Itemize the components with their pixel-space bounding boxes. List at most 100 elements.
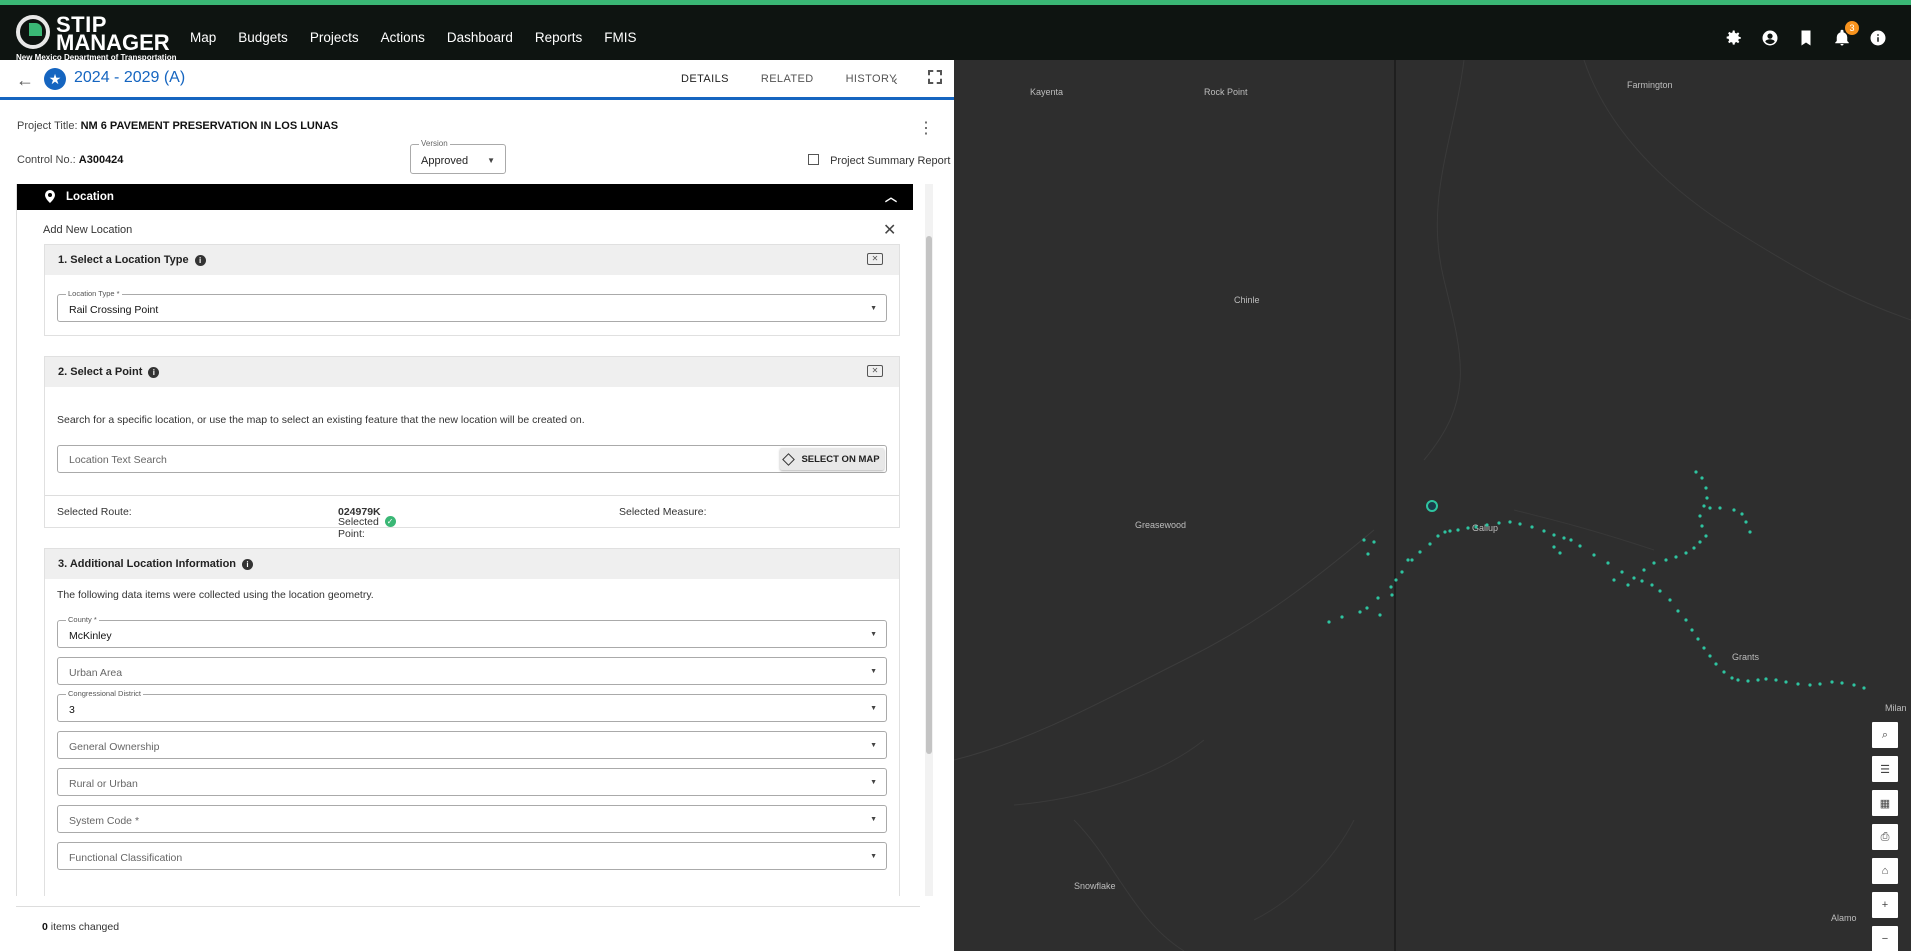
rail-crossing-point[interactable] <box>1708 506 1712 510</box>
rail-crossing-point[interactable] <box>1530 525 1534 529</box>
zoom-in-icon[interactable]: + <box>1872 892 1898 918</box>
nav-projects[interactable]: Projects <box>310 30 359 45</box>
rail-crossing-point[interactable] <box>1732 508 1736 512</box>
rail-crossing-point[interactable] <box>1569 538 1573 542</box>
rail-crossing-point[interactable] <box>1497 521 1501 525</box>
rail-crossing-point[interactable] <box>1443 530 1447 534</box>
rail-crossing-point[interactable] <box>1676 609 1680 613</box>
rail-crossing-point[interactable] <box>1784 680 1788 684</box>
rural-or-urban-select[interactable]: Rural or Urban ▼ <box>57 768 887 796</box>
chevron-left-icon[interactable]: ‹ <box>893 72 898 88</box>
rail-crossing-point[interactable] <box>1796 682 1800 686</box>
selected-point-marker[interactable] <box>1426 500 1438 512</box>
rail-crossing-point[interactable] <box>1708 654 1712 658</box>
rail-crossing-point[interactable] <box>1562 536 1566 540</box>
rail-crossing-point[interactable] <box>1362 538 1366 542</box>
project-summary-report-link[interactable]: Project Summary Report <box>808 154 951 167</box>
rail-crossing-point[interactable] <box>1390 593 1394 597</box>
info-icon[interactable]: i <box>242 559 254 570</box>
nav-budgets[interactable]: Budgets <box>238 30 288 45</box>
tab-details[interactable]: DETAILS <box>665 60 745 100</box>
rail-crossing-point[interactable] <box>1406 558 1410 562</box>
chevron-up-icon[interactable]: ︿ <box>885 188 897 205</box>
rail-crossing-point[interactable] <box>1698 540 1702 544</box>
nav-map[interactable]: Map <box>190 30 216 45</box>
tab-related[interactable]: RELATED <box>745 60 830 100</box>
rail-crossing-points-layer[interactable] <box>954 60 1911 951</box>
scrollbar[interactable] <box>925 184 933 896</box>
rail-crossing-point[interactable] <box>1558 551 1562 555</box>
general-ownership-select[interactable]: General Ownership ▼ <box>57 731 887 759</box>
rail-crossing-point[interactable] <box>1394 578 1398 582</box>
gear-icon[interactable] <box>1725 29 1743 47</box>
rail-crossing-point[interactable] <box>1365 606 1369 610</box>
rail-crossing-point[interactable] <box>1736 678 1740 682</box>
location-accordion-header[interactable]: Location ︿ <box>17 184 913 210</box>
rail-crossing-point[interactable] <box>1808 683 1812 687</box>
rail-crossing-point[interactable] <box>1376 596 1380 600</box>
rail-crossing-point[interactable] <box>1518 522 1522 526</box>
nav-dashboard[interactable]: Dashboard <box>447 30 513 45</box>
rail-crossing-point[interactable] <box>1658 589 1662 593</box>
rail-crossing-point[interactable] <box>1418 550 1422 554</box>
rail-crossing-point[interactable] <box>1428 542 1432 546</box>
rail-crossing-point[interactable] <box>1485 523 1489 527</box>
info-icon[interactable]: i <box>194 255 206 266</box>
rail-crossing-point[interactable] <box>1702 646 1706 650</box>
rail-crossing-point[interactable] <box>1692 546 1696 550</box>
rail-crossing-point[interactable] <box>1714 662 1718 666</box>
rail-crossing-point[interactable] <box>1410 558 1414 562</box>
location-type-select[interactable]: Location Type * Rail Crossing Point ▼ <box>57 289 887 322</box>
rail-crossing-point[interactable] <box>1694 470 1698 474</box>
rail-crossing-point[interactable] <box>1722 670 1726 674</box>
rail-crossing-point[interactable] <box>1358 610 1362 614</box>
backspace-clear-icon[interactable]: ✕ <box>867 365 883 377</box>
rail-crossing-point[interactable] <box>1640 579 1644 583</box>
rail-crossing-point[interactable] <box>1378 613 1382 617</box>
rail-crossing-point[interactable] <box>1756 678 1760 682</box>
rail-crossing-point[interactable] <box>1372 540 1376 544</box>
home-icon[interactable]: ⌂ <box>1872 858 1898 884</box>
info-icon[interactable] <box>1869 29 1887 47</box>
rail-crossing-point[interactable] <box>1642 568 1646 572</box>
rail-crossing-point[interactable] <box>1542 529 1546 533</box>
rail-crossing-point[interactable] <box>1748 530 1752 534</box>
rail-crossing-point[interactable] <box>1552 533 1556 537</box>
qr-icon[interactable]: ▦ <box>1872 790 1898 816</box>
rail-crossing-point[interactable] <box>1612 578 1616 582</box>
rail-crossing-point[interactable] <box>1436 534 1440 538</box>
rail-crossing-point[interactable] <box>1552 545 1556 549</box>
rail-crossing-point[interactable] <box>1632 576 1636 580</box>
rail-crossing-point[interactable] <box>1840 681 1844 685</box>
select-on-map-button[interactable]: SELECT ON MAP <box>780 448 884 470</box>
list-icon[interactable]: ☰ <box>1872 756 1898 782</box>
rail-crossing-point[interactable] <box>1664 558 1668 562</box>
rail-crossing-point[interactable] <box>1704 486 1708 490</box>
rail-crossing-point[interactable] <box>1730 676 1734 680</box>
rail-crossing-point[interactable] <box>1466 526 1470 530</box>
rail-crossing-point[interactable] <box>1700 476 1704 480</box>
rail-crossing-point[interactable] <box>1718 506 1722 510</box>
rail-crossing-point[interactable] <box>1620 570 1624 574</box>
rail-crossing-point[interactable] <box>1626 583 1630 587</box>
tab-history[interactable]: HISTORY <box>830 60 913 100</box>
scrollbar-thumb[interactable] <box>926 236 932 754</box>
rail-crossing-point[interactable] <box>1674 555 1678 559</box>
print-icon[interactable]: ⎙ <box>1872 824 1898 850</box>
search-icon[interactable]: ⌕ <box>1872 722 1898 748</box>
nav-actions[interactable]: Actions <box>381 30 425 45</box>
backspace-clear-icon[interactable]: ✕ <box>867 253 883 265</box>
rail-crossing-point[interactable] <box>1327 620 1331 624</box>
rail-crossing-point[interactable] <box>1606 561 1610 565</box>
rail-crossing-point[interactable] <box>1818 682 1822 686</box>
rail-crossing-point[interactable] <box>1684 618 1688 622</box>
rail-crossing-point[interactable] <box>1852 683 1856 687</box>
rail-crossing-point[interactable] <box>1668 598 1672 602</box>
rail-crossing-point[interactable] <box>1578 544 1582 548</box>
rail-crossing-point[interactable] <box>1764 677 1768 681</box>
urban-area-select[interactable]: Urban Area ▼ <box>57 657 887 685</box>
app-logo[interactable]: STIP MANAGER New Mexico Department of Tr… <box>16 13 176 62</box>
rail-crossing-point[interactable] <box>1652 561 1656 565</box>
close-icon[interactable]: ✕ <box>883 220 896 240</box>
rail-crossing-point[interactable] <box>1690 628 1694 632</box>
